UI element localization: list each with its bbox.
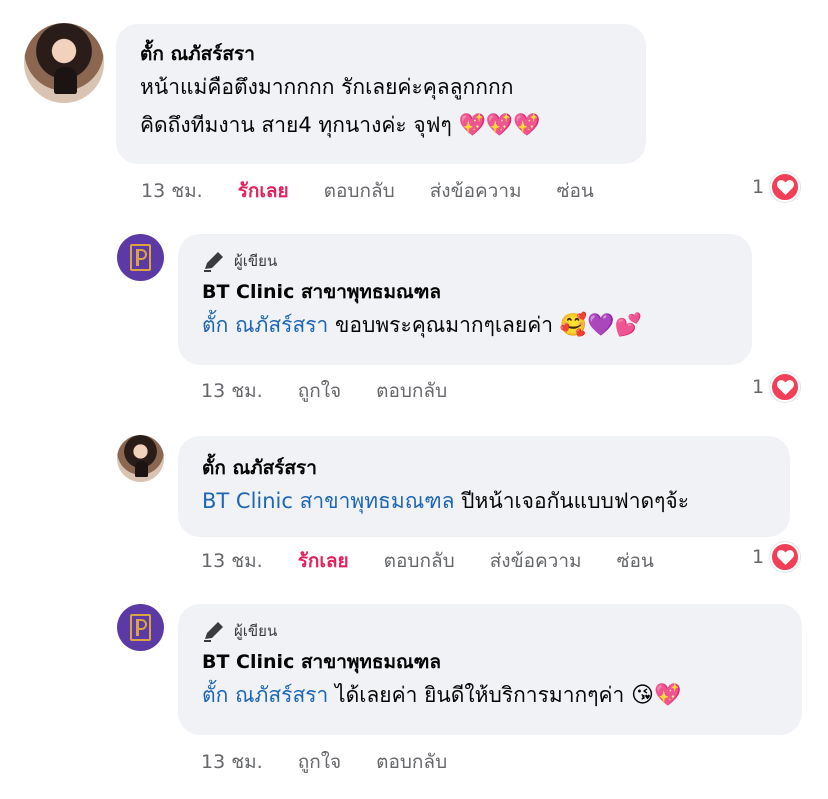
timestamp[interactable]: 13 ชม. bbox=[201, 376, 263, 406]
hide-button[interactable]: ซ่อน bbox=[557, 176, 594, 206]
avatar[interactable] bbox=[117, 234, 164, 281]
send-message-button[interactable]: ส่งข้อความ bbox=[430, 176, 522, 206]
timestamp[interactable]: 13 ชม. bbox=[141, 176, 203, 206]
comment-text: ตั้ก ณภัสร์สรา ได้เลยค่า ยินดีให้บริการม… bbox=[202, 683, 682, 708]
avatar[interactable] bbox=[24, 23, 104, 103]
smiling-hearts-emoji: 🥰💜💕 bbox=[559, 313, 642, 338]
comment-author[interactable]: BT Clinic สาขาพุทธมณฑล bbox=[202, 648, 778, 676]
mention-link[interactable]: ตั้ก ณภัสร์สรา bbox=[202, 313, 328, 337]
mention-link[interactable]: BT Clinic สาขาพุทธมณฑล bbox=[202, 489, 455, 513]
reaction-summary[interactable]: 1 bbox=[752, 172, 801, 202]
comment-text-line-2: คิดถึงทีมงาน สาย4 ทุกนางค่ะ จุฟๆ 💖💖💖 bbox=[140, 113, 541, 138]
comment-bubble: ตั้ก ณภัสร์สรา หน้าแม่คือตึงมากกกก รักเล… bbox=[116, 24, 646, 164]
comment-actions: 13 ชม. ถูกใจ ตอบกลับ bbox=[201, 747, 482, 777]
heart-icon bbox=[770, 372, 801, 402]
avatar[interactable] bbox=[117, 604, 164, 651]
comment-author[interactable]: BT Clinic สาขาพุทธมณฑล bbox=[202, 278, 728, 306]
reply-button[interactable]: ตอบกลับ bbox=[376, 747, 447, 777]
send-message-button[interactable]: ส่งข้อความ bbox=[490, 546, 582, 576]
comment-bubble: ผู้เขียน BT Clinic สาขาพุทธมณฑล ตั้ก ณภั… bbox=[178, 234, 752, 365]
author-badge: ผู้เขียน bbox=[202, 250, 728, 272]
comment-text: BT Clinic สาขาพุทธมณฑล ปีหน้าเจอกันแบบฟา… bbox=[202, 489, 690, 513]
kiss-heart-emoji: 😘💖 bbox=[631, 683, 682, 708]
heart-icon bbox=[770, 172, 801, 202]
timestamp[interactable]: 13 ชม. bbox=[201, 546, 263, 576]
comment-text: ตั้ก ณภัสร์สรา ขอบพระคุณมากๆเลยค่า 🥰💜💕 bbox=[202, 313, 642, 338]
pen-icon bbox=[204, 622, 223, 642]
reaction-summary[interactable]: 1 bbox=[752, 542, 801, 572]
comment-2: ผู้เขียน BT Clinic สาขาพุทธมณฑล ตั้ก ณภั… bbox=[0, 215, 828, 415]
avatar[interactable] bbox=[117, 435, 164, 482]
pen-icon bbox=[204, 252, 223, 272]
love-button[interactable]: รักเลย bbox=[298, 546, 349, 576]
comment-author[interactable]: ตั้ก ณภัสร์สรา bbox=[202, 454, 766, 482]
heart-icon bbox=[770, 542, 801, 572]
comment-4: ผู้เขียน BT Clinic สาขาพุทธมณฑล ตั้ก ณภั… bbox=[0, 585, 828, 799]
hide-button[interactable]: ซ่อน bbox=[617, 546, 654, 576]
comment-actions: 13 ชม. รักเลย ตอบกลับ ส่งข้อความ ซ่อน bbox=[201, 546, 689, 576]
reaction-count: 1 bbox=[752, 546, 765, 568]
comment-actions: 13 ชม. รักเลย ตอบกลับ ส่งข้อความ ซ่อน bbox=[141, 176, 629, 206]
mention-link[interactable]: ตั้ก ณภัสร์สรา bbox=[202, 683, 328, 707]
reply-button[interactable]: ตอบกลับ bbox=[376, 376, 447, 406]
bt-clinic-logo bbox=[129, 243, 152, 272]
comment-author[interactable]: ตั้ก ณภัสร์สรา bbox=[140, 40, 622, 68]
reply-button[interactable]: ตอบกลับ bbox=[384, 546, 455, 576]
like-button[interactable]: ถูกใจ bbox=[298, 747, 341, 777]
comment-1: ตั้ก ณภัสร์สรา หน้าแม่คือตึงมากกกก รักเล… bbox=[0, 0, 828, 215]
sparkling-heart-emoji: 💖💖💖 bbox=[458, 113, 541, 138]
reaction-summary[interactable]: 1 bbox=[752, 372, 801, 402]
comment-bubble: ตั้ก ณภัสร์สรา BT Clinic สาขาพุทธมณฑล ปี… bbox=[178, 436, 790, 537]
comment-text-line-1: หน้าแม่คือตึงมากกกก รักเลยค่ะคุลลูกกกก bbox=[140, 75, 514, 99]
timestamp[interactable]: 13 ชม. bbox=[201, 747, 263, 777]
reaction-count: 1 bbox=[752, 176, 765, 198]
comment-bubble: ผู้เขียน BT Clinic สาขาพุทธมณฑล ตั้ก ณภั… bbox=[178, 604, 802, 735]
comment-actions: 13 ชม. ถูกใจ ตอบกลับ bbox=[201, 376, 482, 406]
like-button[interactable]: ถูกใจ bbox=[298, 376, 341, 406]
comment-3: ตั้ก ณภัสร์สรา BT Clinic สาขาพุทธมณฑล ปี… bbox=[0, 415, 828, 585]
bt-clinic-logo bbox=[129, 613, 152, 642]
reply-button[interactable]: ตอบกลับ bbox=[324, 176, 395, 206]
love-button[interactable]: รักเลย bbox=[238, 176, 289, 206]
author-badge: ผู้เขียน bbox=[202, 620, 778, 642]
reaction-count: 1 bbox=[752, 376, 765, 398]
